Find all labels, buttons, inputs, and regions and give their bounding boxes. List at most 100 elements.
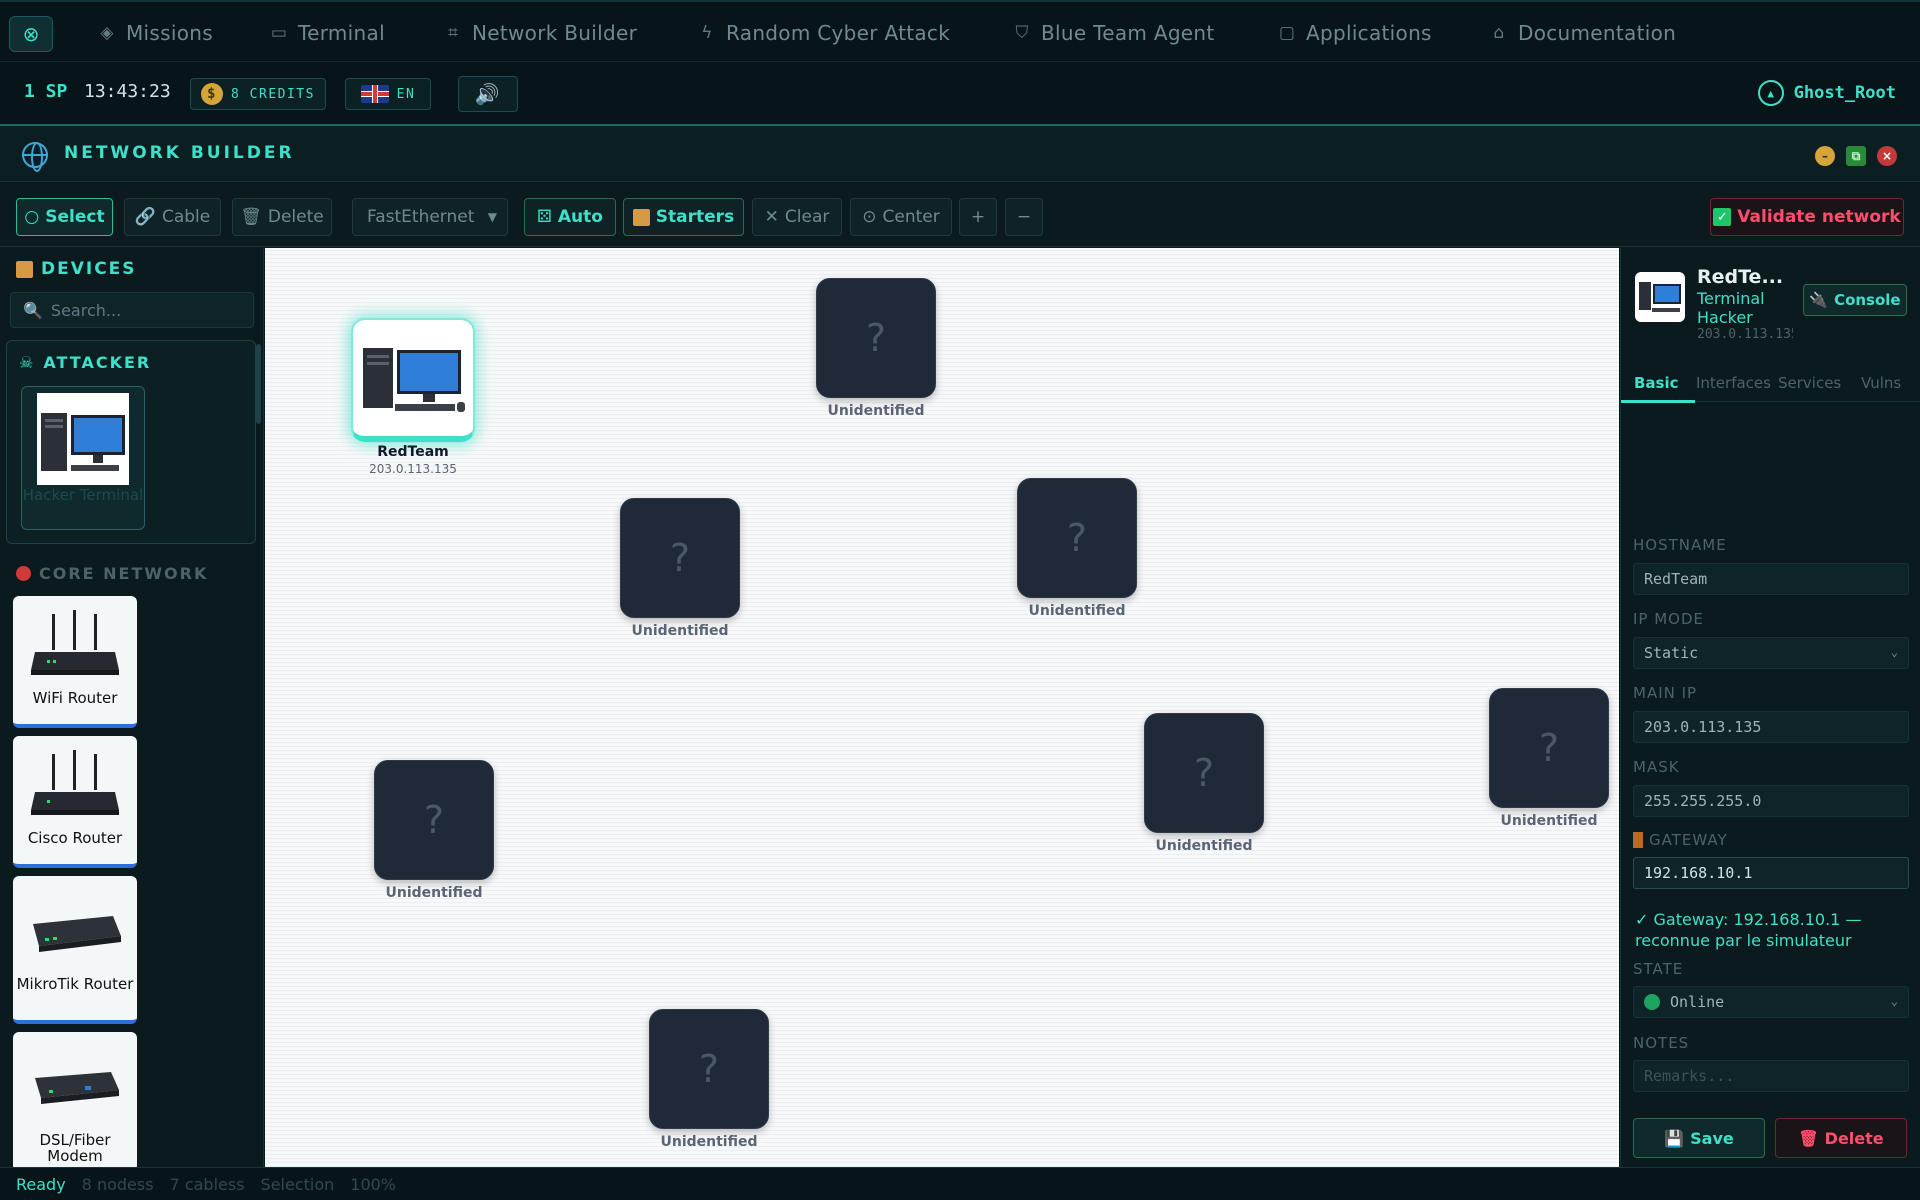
layers-icon: ◈: [100, 23, 114, 43]
button-label: Select: [45, 207, 105, 227]
button-label: Console: [1834, 291, 1901, 309]
hostname-field[interactable]: RedTeam: [1633, 563, 1909, 595]
trash-icon: 🗑: [1798, 1128, 1819, 1148]
chevron-down-icon: ⌄: [1890, 994, 1898, 1008]
unidentified-node[interactable]: ?: [1144, 713, 1264, 833]
clear-button[interactable]: ✕ Clear: [752, 198, 842, 236]
window-icon: ▢: [1278, 23, 1296, 43]
active-tab-indicator: [1621, 400, 1695, 403]
mikrotik-router-device[interactable]: MikroTik Router: [13, 876, 137, 1024]
device-ip: 203.0.113.135: [1697, 327, 1793, 342]
uk-flag-icon: [360, 85, 389, 103]
nav-label: Documentation: [1518, 21, 1677, 45]
username: Ghost_Root: [1793, 83, 1896, 103]
nav-documentation[interactable]: ⌂ Documentation: [1490, 19, 1676, 47]
center-button[interactable]: ⊙ Center: [850, 198, 952, 236]
delete-tool-button[interactable]: 🗑 Delete: [232, 198, 332, 236]
attacker-group: ☠ ATTACKER Hacker Terminal: [6, 340, 256, 544]
dsl-fiber-modem-device[interactable]: DSL/Fiber Modem: [13, 1032, 137, 1170]
question-mark-icon: ?: [698, 1047, 720, 1091]
main-ip-field[interactable]: 203.0.113.135: [1633, 711, 1909, 743]
validate-network-button[interactable]: ✓ Validate network: [1710, 198, 1904, 236]
tab-interfaces[interactable]: Interfaces: [1696, 374, 1771, 392]
checkbox-icon: ✓: [1713, 208, 1732, 226]
button-label: Delete: [1824, 1128, 1884, 1148]
unidentified-node[interactable]: ?: [1489, 688, 1609, 808]
user-profile[interactable]: ▲ Ghost_Root: [1757, 80, 1896, 106]
sound-toggle[interactable]: 🔊: [458, 76, 518, 112]
credits-badge[interactable]: $ 8 CREDITS: [190, 78, 326, 110]
nav-missions[interactable]: ◈ Missions: [98, 19, 213, 47]
minimize-icon[interactable]: –: [1815, 146, 1835, 166]
shield-icon: ⛉: [1015, 23, 1029, 43]
device-search-input[interactable]: 🔍 Search...: [10, 292, 254, 328]
circle-icon: ○: [24, 207, 40, 227]
node-ip: 203.0.113.135: [369, 462, 457, 476]
mask-field[interactable]: 255.255.255.0: [1633, 785, 1909, 817]
trash-icon: 🗑: [240, 207, 262, 227]
unidentified-node[interactable]: ?: [649, 1009, 769, 1129]
sidebar-title: DEVICES: [41, 259, 137, 279]
delete-device-button[interactable]: 🗑 Delete: [1775, 1118, 1907, 1158]
cisco-router-device[interactable]: Cisco Router: [13, 736, 137, 868]
node-name: RedTeam: [377, 444, 449, 460]
top-navigation: ⊗ ◈ Missions ▭ Terminal ⌗ Network Builde…: [0, 0, 1920, 62]
computer-icon: [1635, 272, 1685, 322]
nav-network-builder[interactable]: ⌗ Network Builder: [444, 19, 637, 47]
cable-tool-button[interactable]: 🔗 Cable: [124, 198, 221, 236]
field-value: 203.0.113.135: [1644, 718, 1762, 736]
nav-terminal[interactable]: ▭ Terminal: [270, 19, 385, 47]
box-icon: [16, 260, 33, 278]
unidentified-node[interactable]: ?: [1017, 478, 1137, 598]
unidentified-node[interactable]: ?: [620, 498, 740, 618]
unidentified-node[interactable]: ?: [816, 278, 936, 398]
network-builder-window: NETWORK BUILDER – ⧉ × ○ Select 🔗 Cable 🗑…: [0, 124, 1920, 1200]
gateway-field[interactable]: 192.168.10.1: [1633, 857, 1909, 889]
nav-applications[interactable]: ▢ Applications: [1278, 19, 1432, 47]
close-icon[interactable]: ×: [1877, 146, 1897, 166]
group-label: ATTACKER: [43, 353, 152, 372]
starters-button[interactable]: Starters: [623, 198, 744, 236]
node-name: Unidentified: [1500, 813, 1598, 829]
zoom-out-button[interactable]: −: [1005, 198, 1043, 236]
auto-button[interactable]: ⚄ Auto: [524, 198, 616, 236]
notes-field[interactable]: Remarks...: [1633, 1060, 1909, 1092]
hacker-terminal-device[interactable]: Hacker Terminal: [21, 386, 145, 530]
bolt-icon: ϟ: [701, 23, 713, 43]
select-value: Online: [1670, 993, 1725, 1011]
nav-blue-team-agent[interactable]: ⛉ Blue Team Agent: [1013, 19, 1215, 47]
main-ip-label: MAIN IP: [1633, 684, 1698, 702]
device-type: Terminal Hacker: [1697, 289, 1765, 327]
button-label: Validate network: [1737, 207, 1901, 227]
state-select[interactable]: Online ⌄: [1633, 986, 1909, 1018]
language-selector[interactable]: EN: [345, 78, 431, 110]
wifi-router-device[interactable]: WiFi Router: [13, 596, 137, 728]
unidentified-node[interactable]: ?: [374, 760, 494, 880]
link-type-select[interactable]: FastEthernet ▼: [352, 198, 508, 236]
hostname-label: HOSTNAME: [1633, 536, 1727, 554]
console-button[interactable]: 🔌 Console: [1803, 284, 1907, 316]
skill-points: 1 SP: [24, 81, 68, 102]
core-network-group-label: CORE NETWORK: [16, 564, 208, 583]
maximize-icon[interactable]: ⧉: [1846, 146, 1866, 166]
network-canvas[interactable]: RedTeam 203.0.113.135 ? Unidentified ? U…: [265, 248, 1619, 1170]
device-properties-panel: RedTe... Terminal Hacker 203.0.113.135 🔌…: [1620, 248, 1920, 1170]
device-name: RedTe...: [1697, 266, 1784, 288]
tab-vulns[interactable]: Vulns: [1861, 374, 1901, 392]
sidebar-scrollbar[interactable]: [256, 344, 261, 424]
tab-basic[interactable]: Basic: [1634, 374, 1679, 392]
floppy-disk-icon: 💾: [1664, 1128, 1685, 1148]
tab-services[interactable]: Services: [1778, 374, 1841, 392]
cable-count: 7 cabless: [169, 1174, 245, 1194]
ip-mode-select[interactable]: Static ⌄: [1633, 637, 1909, 669]
window-titlebar[interactable]: NETWORK BUILDER – ⧉ ×: [0, 126, 1920, 182]
app-logo[interactable]: ⊗: [9, 16, 53, 52]
zoom-in-button[interactable]: +: [959, 198, 997, 236]
device-label: MikroTik Router: [16, 975, 134, 993]
search-icon: 🔍: [23, 300, 43, 320]
select-tool-button[interactable]: ○ Select: [16, 198, 113, 236]
save-button[interactable]: 💾 Save: [1633, 1118, 1765, 1158]
nav-random-cyber-attack[interactable]: ϟ Random Cyber Attack: [698, 19, 950, 47]
devices-header: DEVICES: [16, 259, 137, 279]
redteam-node[interactable]: [351, 318, 475, 442]
